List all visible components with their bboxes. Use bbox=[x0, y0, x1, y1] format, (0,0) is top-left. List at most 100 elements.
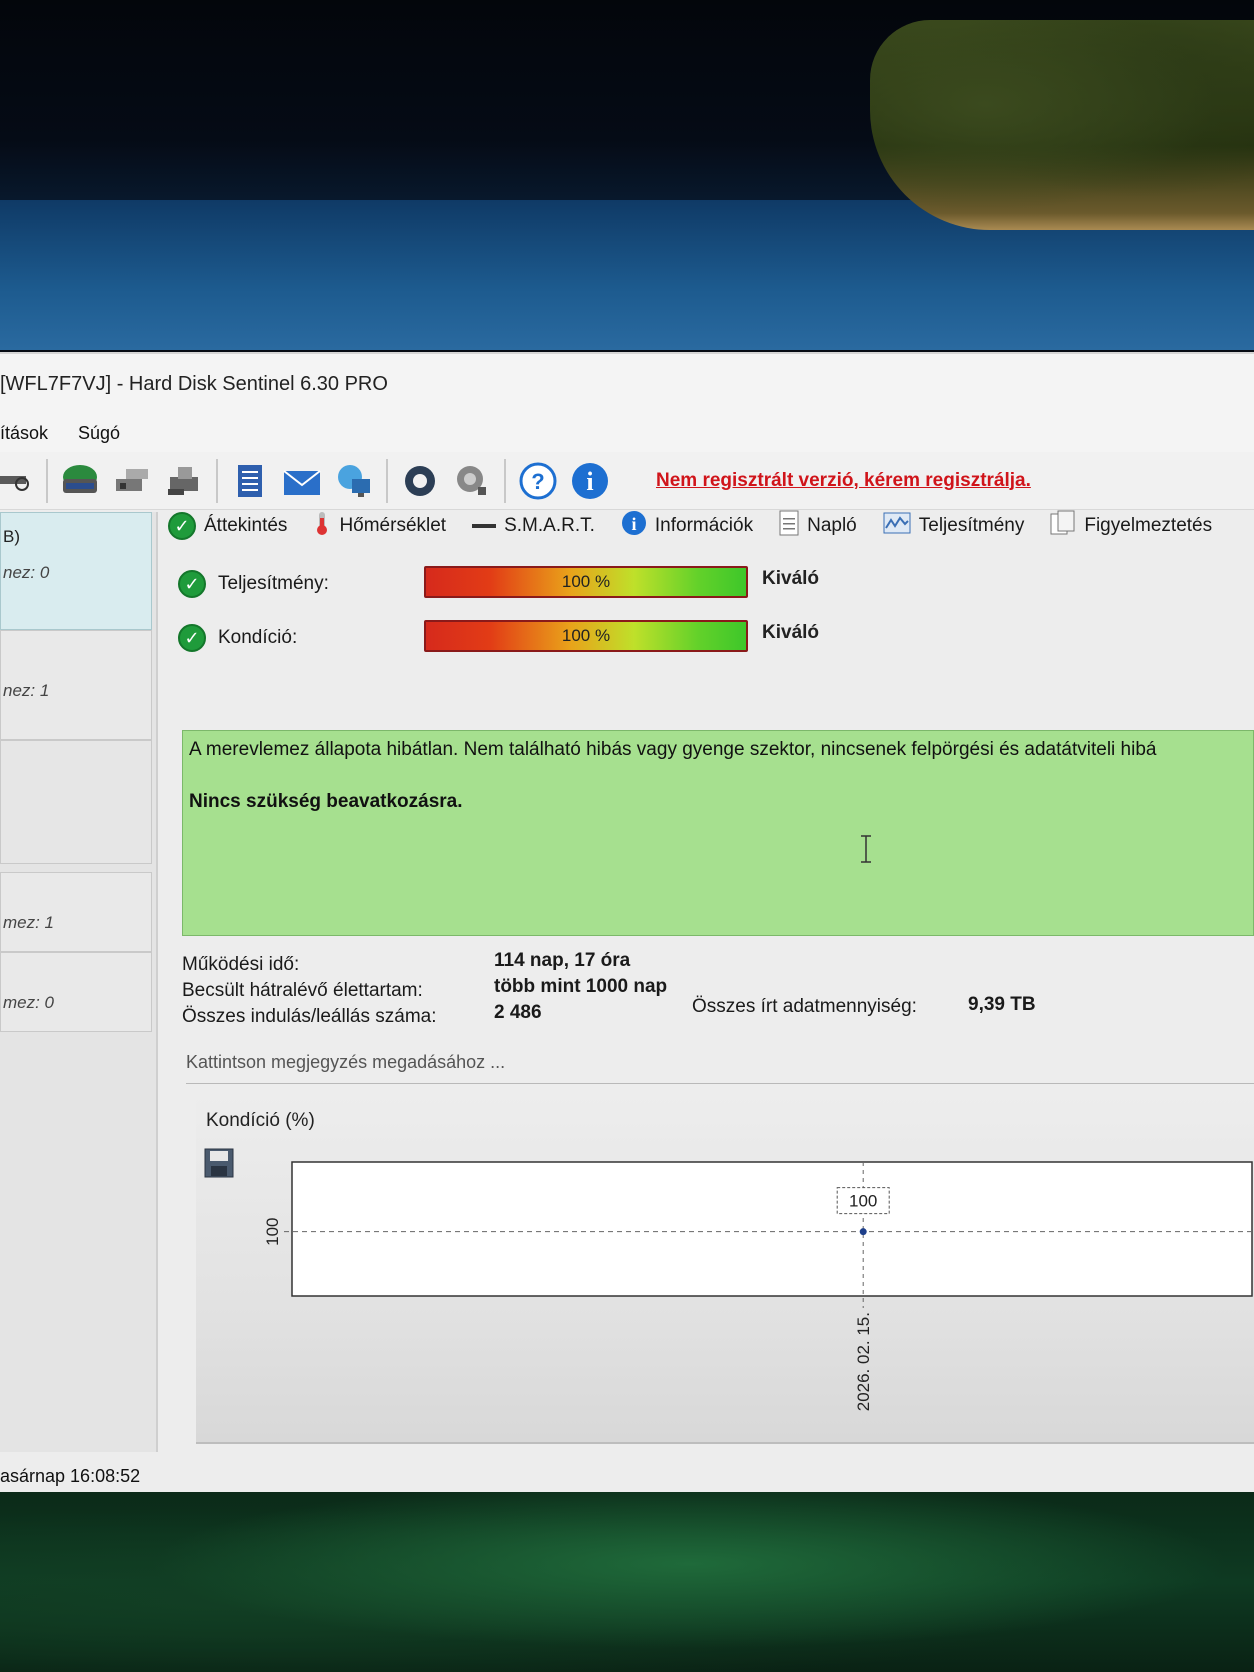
disk-item[interactable] bbox=[0, 740, 152, 864]
search-icon[interactable] bbox=[0, 461, 34, 501]
toolbar: ? i Nem regisztrált verzió, kérem regisz… bbox=[0, 452, 1254, 510]
disk-item[interactable]: B) nez: 0 bbox=[0, 512, 152, 630]
svg-text:i: i bbox=[631, 514, 636, 534]
printer-icon[interactable] bbox=[164, 461, 204, 501]
tab-label: Hőmérséklet bbox=[339, 515, 447, 536]
desktop-wallpaper-bottom bbox=[0, 1492, 1254, 1672]
chart-title: Kondíció (%) bbox=[206, 1110, 315, 1131]
status-textbox[interactable]: A merevlemez állapota hibátlan. Nem talá… bbox=[182, 730, 1254, 936]
save-icon[interactable] bbox=[204, 1148, 234, 1178]
desktop-wallpaper-top bbox=[0, 0, 1254, 350]
y-tick-label: 100 bbox=[263, 1217, 282, 1245]
performance-icon bbox=[883, 512, 911, 540]
disk-item[interactable]: mez: 0 bbox=[0, 952, 152, 1032]
check-icon: ✓ bbox=[178, 570, 206, 598]
smart-icon bbox=[472, 515, 497, 537]
disk-item-title: B) bbox=[3, 527, 20, 546]
menu-bar: ítások Súgó bbox=[0, 414, 1254, 452]
written-label: Összes írt adatmennyiség: bbox=[692, 996, 917, 1017]
condition-value: 100 % bbox=[561, 626, 611, 645]
log-icon bbox=[779, 510, 799, 542]
sound-icon[interactable] bbox=[452, 461, 492, 501]
note-placeholder: Kattintson megjegyzés megadásához ... bbox=[186, 1052, 506, 1072]
app-window: [WFL7F7VJ] - Hard Disk Sentinel 6.30 PRO… bbox=[0, 352, 1254, 1492]
disk-item-sub: nez: 0 bbox=[3, 563, 50, 582]
info-icon: i bbox=[621, 510, 647, 542]
disk-list-panel: B) nez: 0 nez: 1 mez: 1 mez: 0 bbox=[0, 512, 158, 1452]
status-bar: asárnap 16:08:52 bbox=[0, 1466, 140, 1487]
wallpaper-forest bbox=[870, 20, 1254, 230]
disk-item[interactable]: nez: 1 bbox=[0, 630, 152, 740]
thermometer-icon bbox=[313, 510, 331, 542]
tab-label: Áttekintés bbox=[204, 515, 288, 536]
toolbar-separator bbox=[216, 458, 218, 503]
report-icon[interactable] bbox=[230, 461, 270, 501]
tab-label: Információk bbox=[654, 515, 754, 536]
performance-value: 100 % bbox=[561, 572, 611, 591]
performance-row: ✓ Teljesítmény: bbox=[178, 570, 329, 598]
tab-label: Napló bbox=[807, 515, 857, 536]
note-field[interactable]: Kattintson megjegyzés megadásához ... bbox=[186, 1052, 1254, 1084]
tab-temperature[interactable]: Hőmérséklet bbox=[313, 510, 446, 542]
tools-icon[interactable] bbox=[112, 461, 152, 501]
status-message: A merevlemez állapota hibátlan. Nem talá… bbox=[189, 739, 1157, 760]
condition-bar: 100 % bbox=[424, 620, 748, 652]
disk-item-sub: mez: 1 bbox=[3, 913, 55, 932]
main-panel: ✓ Áttekintés Hőmérséklet S.M.A.R.T. i In bbox=[168, 504, 1254, 1454]
condition-chart-panel: Kondíció (%) 100 100 2026. 02. 15. bbox=[196, 1094, 1254, 1444]
toolbar-separator bbox=[504, 458, 506, 503]
info-icon[interactable]: i bbox=[570, 461, 610, 501]
uptime-label: Működési idő: bbox=[182, 954, 300, 975]
uptime-value: 114 nap, 17 óra bbox=[494, 950, 631, 971]
disk-item-sub: mez: 0 bbox=[3, 993, 55, 1012]
status-action: Nincs szükség beavatkozásra. bbox=[189, 791, 463, 812]
disk-item[interactable]: mez: 1 bbox=[0, 872, 152, 952]
mail-icon[interactable] bbox=[282, 461, 322, 501]
data-label: 100 bbox=[849, 1192, 877, 1211]
x-tick-label: 2026. 02. 15. bbox=[854, 1312, 873, 1411]
plot-area bbox=[291, 1161, 1253, 1297]
status-time: asárnap 16:08:52 bbox=[0, 1466, 141, 1486]
tab-label: Teljesítmény bbox=[918, 515, 1025, 536]
help-icon[interactable]: ? bbox=[518, 461, 558, 501]
disk-icon[interactable] bbox=[60, 461, 100, 501]
menu-item-help[interactable]: Súgó bbox=[78, 423, 120, 444]
register-link[interactable]: Nem regisztrált verzió, kérem regisztrál… bbox=[656, 470, 1031, 492]
disk-item-sub: nez: 1 bbox=[3, 681, 50, 700]
tab-overview[interactable]: ✓ Áttekintés bbox=[168, 512, 287, 540]
condition-rating: Kiváló bbox=[762, 622, 820, 643]
check-icon: ✓ bbox=[168, 512, 196, 540]
settings-icon[interactable] bbox=[400, 461, 440, 501]
startstop-label: Összes indulás/leállás száma: bbox=[182, 1006, 437, 1027]
startstop-value: 2 486 bbox=[494, 1002, 542, 1023]
svg-text:i: i bbox=[586, 467, 593, 496]
tab-information[interactable]: i Információk bbox=[621, 510, 753, 542]
window-title: [WFL7F7VJ] - Hard Disk Sentinel 6.30 PRO bbox=[0, 372, 388, 395]
data-point bbox=[859, 1228, 867, 1236]
written-value: 9,39 TB bbox=[968, 994, 1036, 1015]
svg-text:?: ? bbox=[531, 469, 544, 494]
performance-label: Teljesítmény: bbox=[218, 573, 329, 594]
text-cursor-icon bbox=[861, 835, 871, 863]
toolbar-separator bbox=[386, 458, 388, 503]
lifetime-label: Becsült hátralévő élettartam: bbox=[182, 980, 423, 1001]
menu-item-settings[interactable]: ítások bbox=[0, 423, 48, 444]
network-icon[interactable] bbox=[334, 461, 374, 501]
condition-chart: 100 100 2026. 02. 15. bbox=[263, 1161, 1253, 1411]
tab-alerts[interactable]: Figyelmeztetés bbox=[1050, 510, 1212, 542]
tab-log[interactable]: Napló bbox=[779, 510, 857, 542]
title-bar: [WFL7F7VJ] - Hard Disk Sentinel 6.30 PRO bbox=[0, 354, 1254, 414]
lifetime-value: több mint 1000 nap bbox=[494, 976, 668, 997]
check-icon: ✓ bbox=[178, 624, 206, 652]
condition-row: ✓ Kondíció: bbox=[178, 624, 297, 652]
performance-bar: 100 % bbox=[424, 566, 748, 598]
tab-performance[interactable]: Teljesítmény bbox=[883, 512, 1025, 540]
alert-icon bbox=[1050, 510, 1076, 542]
performance-rating: Kiváló bbox=[762, 568, 820, 589]
tab-bar: ✓ Áttekintés Hőmérséklet S.M.A.R.T. i In bbox=[168, 504, 1254, 548]
tab-label: Figyelmeztetés bbox=[1084, 515, 1213, 536]
tab-smart[interactable]: S.M.A.R.T. bbox=[472, 515, 595, 537]
tab-label: S.M.A.R.T. bbox=[504, 515, 595, 536]
toolbar-separator bbox=[46, 458, 48, 503]
condition-label: Kondíció: bbox=[218, 627, 298, 648]
